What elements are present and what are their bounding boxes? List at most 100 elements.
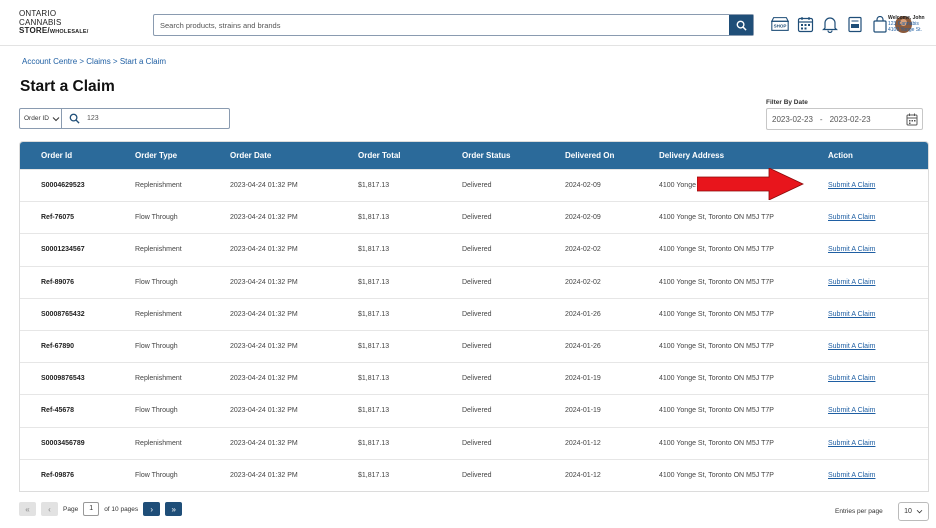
order-date-cell: 2023-04-24 01:32 PM (230, 342, 298, 350)
order-id-cell: Ref-67890 (41, 342, 75, 350)
entries-value: 10 (904, 508, 912, 515)
order-status-cell: Delivered (462, 439, 492, 447)
date-to: 2023-02-23 (829, 114, 871, 124)
submit-claim-link[interactable]: Submit A Claim (828, 395, 875, 427)
order-type-cell: Replenishment (135, 310, 182, 318)
delivery-address-cell: 4100 Yonge St, Toronto ON M5J T7P (659, 407, 774, 415)
page-number-input[interactable]: 1 (83, 502, 100, 516)
invoice-icon[interactable] (845, 14, 865, 34)
first-page-button[interactable]: « (19, 502, 36, 516)
order-date-cell: 2023-04-24 01:32 PM (230, 214, 298, 222)
submit-claim-link[interactable]: Submit A Claim (828, 428, 875, 460)
delivered-on-cell: 2024-01-26 (565, 342, 601, 350)
order-id-input[interactable] (84, 109, 224, 128)
bell-icon[interactable] (820, 14, 840, 34)
order-type-cell: Flow Through (135, 214, 178, 222)
submit-claim-link[interactable]: Submit A Claim (828, 299, 875, 331)
delivery-address-cell: 4100 Yonge St, Toronto ON M5J T7P (659, 246, 774, 254)
order-type-cell: Replenishment (135, 182, 182, 189)
submit-claim-link[interactable]: Submit A Claim (828, 234, 875, 266)
table-row: Ref-09876 Flow Through 2023-04-24 01:32 PM… (20, 458, 928, 491)
table-row: Ref-76075 Flow Through 2023-04-24 01:32 PM… (20, 201, 928, 234)
submit-claim-link[interactable]: Submit A Claim (828, 170, 875, 202)
column-order-type[interactable]: Order Type (135, 142, 177, 169)
order-total-cell: $1,817.13 (358, 214, 390, 222)
calendar-icon[interactable] (795, 14, 815, 34)
order-status-cell: Delivered (462, 310, 492, 318)
delivered-on-cell: 2024-02-02 (565, 246, 601, 254)
filter-type-label: Order ID (24, 115, 49, 122)
order-date-cell: 2023-04-24 01:32 PM (230, 182, 298, 189)
last-page-button[interactable]: » (165, 502, 183, 516)
pagination: « ‹ Page 1 of 10 pages › » (19, 502, 183, 516)
shop-icon[interactable]: SHOP (770, 14, 790, 34)
submit-claim-link[interactable]: Submit A Claim (828, 331, 875, 363)
date-range-picker[interactable]: 2023-02-23 - 2023-02-23 (766, 108, 923, 130)
search-icon (736, 20, 747, 31)
column-order-id[interactable]: Order Id (41, 142, 72, 169)
order-id-cell: Ref-76075 (41, 214, 75, 222)
search-icon (69, 113, 80, 124)
order-total-cell: $1,817.13 (358, 246, 390, 254)
order-total-cell: $1,817.13 (358, 407, 390, 415)
delivery-address-cell: 4100 Yonge (659, 182, 696, 189)
submit-claim-link[interactable]: Submit A Claim (828, 267, 875, 299)
table-row: S0003456789 Replenishment 2023-04-24 01:32… (20, 426, 928, 460)
search-input[interactable] (154, 15, 729, 35)
order-id-cell: S0004629523 (41, 182, 85, 189)
logo-line-3: STORE/WHOLESALE/ (19, 26, 89, 35)
order-type-cell: Flow Through (135, 342, 178, 350)
order-status-cell: Delivered (462, 246, 492, 254)
submit-claim-link[interactable]: Submit A Claim (828, 460, 875, 491)
entries-per-page-label: Entries per page (835, 508, 883, 515)
order-id-cell: Ref-09876 (41, 471, 75, 479)
ocs-logo[interactable]: ONTARIO CANNABIS STORE/WHOLESALE/ (19, 9, 89, 37)
shopping-bag-icon[interactable] (870, 14, 890, 34)
order-status-cell: Delivered (462, 342, 492, 350)
breadcrumb[interactable]: Account Centre > Claims > Start a Claim (22, 57, 166, 66)
entries-per-page-select[interactable]: 10 (898, 502, 929, 521)
welcome-block[interactable]: Welcome, John 123 Cannabis 4100 Yonge St… (888, 15, 925, 33)
date-from: 2023-02-23 (772, 114, 813, 124)
delivered-on-cell: 2024-01-26 (565, 310, 601, 318)
delivered-on-cell: 2024-02-09 (565, 182, 601, 189)
chevron-down-icon (52, 116, 60, 121)
order-status-cell: Delivered (462, 471, 492, 479)
order-id-cell: S0009876543 (41, 375, 85, 383)
filter-by-date-label: Filter By Date (766, 99, 808, 106)
table-row: S0009876543 Replenishment 2023-04-24 01:32… (20, 362, 928, 395)
search-button[interactable] (729, 15, 753, 35)
order-date-cell: 2023-04-24 01:32 PM (230, 278, 298, 286)
delivered-on-cell: 2024-01-12 (565, 471, 601, 479)
column-order-total[interactable]: Order Total (358, 142, 401, 169)
store-address: 4100 Yonge St. (888, 27, 922, 33)
column-delivery-address[interactable]: Delivery Address (659, 142, 724, 169)
delivery-address-cell: 4100 Yonge St, Toronto ON M5J T7P (659, 375, 774, 383)
next-page-button[interactable]: › (143, 502, 161, 516)
prev-page-button[interactable]: ‹ (41, 502, 58, 516)
delivered-on-cell: 2024-01-19 (565, 407, 601, 415)
column-delivered-on[interactable]: Delivered On (565, 142, 614, 169)
submit-claim-link[interactable]: Submit A Claim (828, 202, 875, 234)
date-separator: - (819, 114, 823, 124)
column-order-status[interactable]: Order Status (462, 142, 510, 169)
order-status-cell: Delivered (462, 214, 492, 222)
chevron-down-icon (916, 509, 923, 514)
order-date-cell: 2023-04-24 01:32 PM (230, 246, 298, 254)
page-count-label: of 10 pages (104, 505, 139, 513)
order-total-cell: $1,817.13 (358, 182, 390, 189)
order-id-cell: S0001234567 (41, 246, 85, 254)
page-title: Start a Claim (20, 78, 115, 95)
order-status-cell: Delivered (462, 375, 492, 383)
order-type-cell: Replenishment (135, 375, 182, 383)
column-order-date[interactable]: Order Date (230, 142, 271, 169)
column-action: Action (828, 151, 853, 160)
order-date-cell: 2023-04-24 01:32 PM (230, 407, 298, 415)
order-type-cell: Flow Through (135, 407, 178, 415)
delivered-on-cell: 2024-02-09 (565, 214, 601, 222)
annotation-arrow-icon (697, 168, 804, 200)
filter-type-dropdown[interactable]: Order ID (20, 109, 62, 128)
submit-claim-link[interactable]: Submit A Claim (828, 363, 875, 395)
table-body: S0004629523 Replenishment 2023-04-24 01:32… (20, 169, 928, 491)
calendar-icon[interactable] (906, 113, 918, 126)
